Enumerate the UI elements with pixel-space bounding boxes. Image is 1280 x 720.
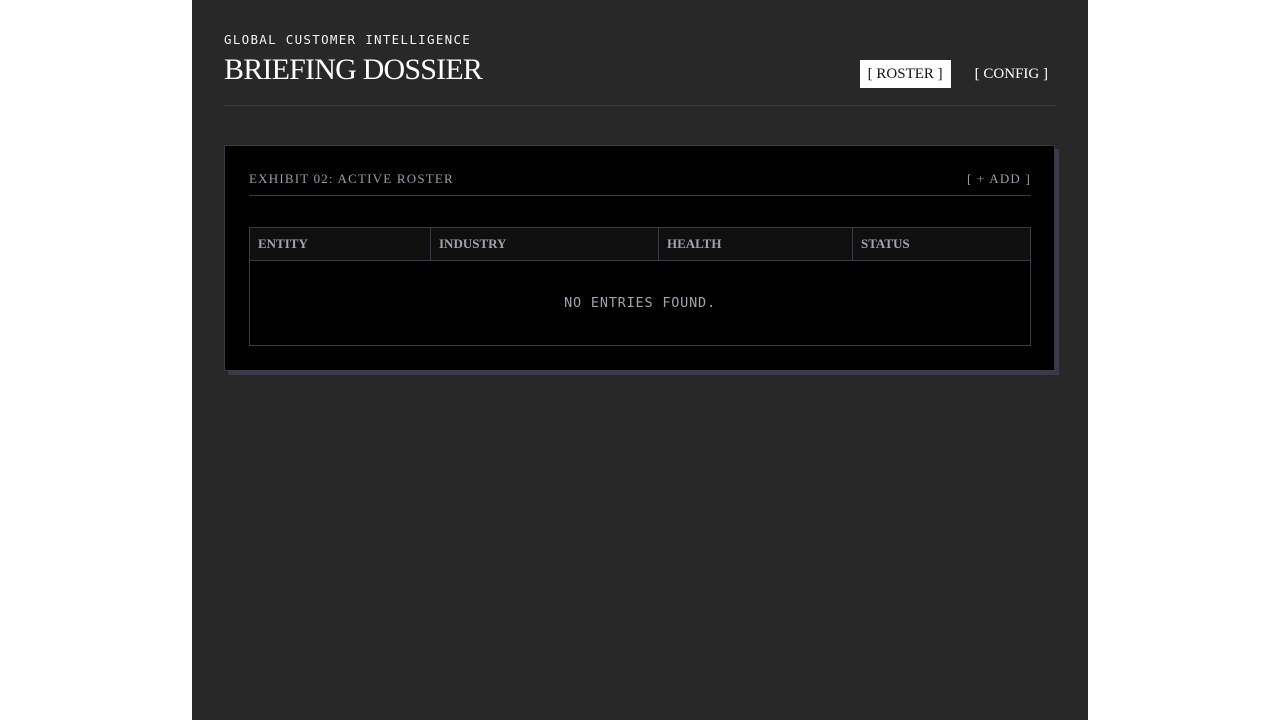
table-header-row: ENTITY INDUSTRY HEALTH STATUS xyxy=(250,228,1030,261)
dossier-page: GLOBAL CUSTOMER INTELLIGENCE BRIEFING DO… xyxy=(192,0,1088,720)
tab-roster[interactable]: [ ROSTER ] xyxy=(859,60,951,88)
column-header-status[interactable]: STATUS xyxy=(853,228,1030,260)
page-header: GLOBAL CUSTOMER INTELLIGENCE BRIEFING DO… xyxy=(224,0,1056,106)
roster-panel: EXHIBIT 02: ACTIVE ROSTER [ + ADD ] ENTI… xyxy=(224,145,1055,371)
top-nav: [ ROSTER ] [ CONFIG ] xyxy=(844,60,1056,88)
column-header-entity[interactable]: ENTITY xyxy=(250,228,431,260)
panel-header: EXHIBIT 02: ACTIVE ROSTER [ + ADD ] xyxy=(249,146,1031,196)
page-title: BRIEFING DOSSIER xyxy=(224,53,483,86)
panel-title: EXHIBIT 02: ACTIVE ROSTER xyxy=(249,171,454,186)
roster-table: ENTITY INDUSTRY HEALTH STATUS NO ENTRIES… xyxy=(249,227,1031,346)
add-button[interactable]: [ + ADD ] xyxy=(967,171,1031,187)
tab-config[interactable]: [ CONFIG ] xyxy=(967,60,1056,88)
empty-state-message: NO ENTRIES FOUND. xyxy=(564,295,716,311)
page-eyebrow: GLOBAL CUSTOMER INTELLIGENCE xyxy=(224,32,472,47)
column-header-industry[interactable]: INDUSTRY xyxy=(431,228,659,260)
column-header-health[interactable]: HEALTH xyxy=(659,228,853,260)
